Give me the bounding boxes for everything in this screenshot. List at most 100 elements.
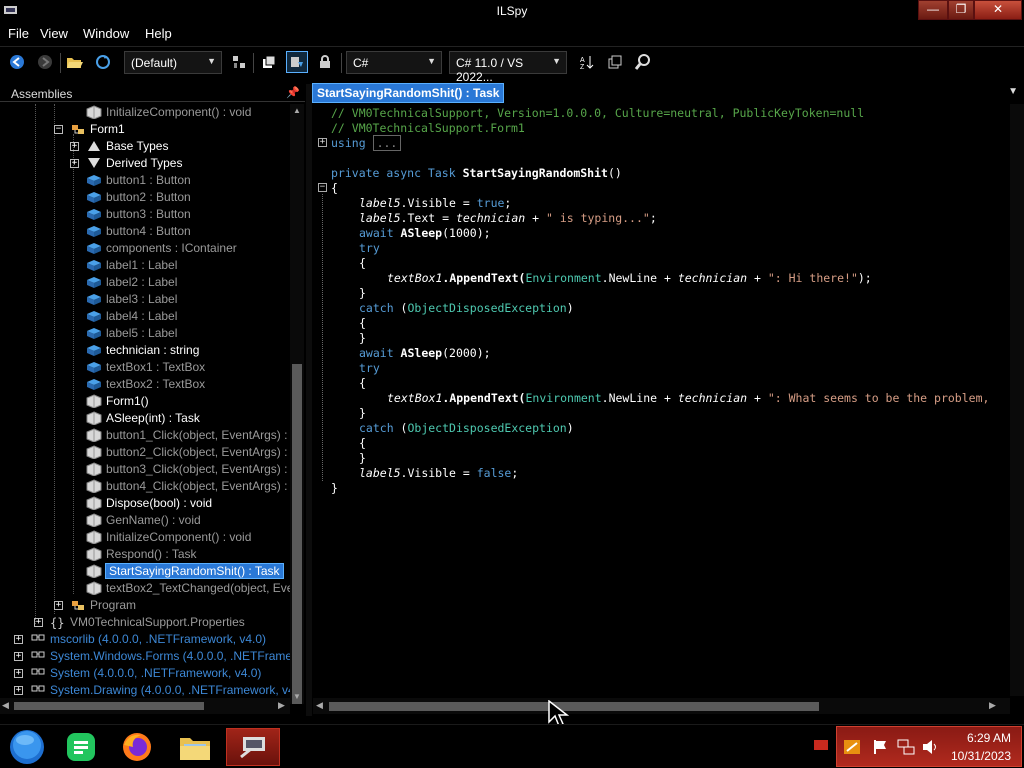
tree-node-label: InitializeComponent() : void [106, 530, 252, 544]
manage-lists-button[interactable] [228, 51, 250, 73]
tree-expander[interactable]: + [14, 652, 23, 661]
tree-node[interactable]: label4 : Label [86, 308, 177, 325]
tree-node[interactable]: System (4.0.0.0, .NETFramework, v4.0) [30, 665, 261, 682]
tree-expander[interactable]: + [54, 601, 63, 610]
tree-node[interactable]: textBox2_TextChanged(object, Ever [86, 580, 290, 597]
tree-node[interactable]: label5 : Label [86, 325, 177, 342]
menu-help[interactable]: Help [145, 26, 172, 41]
tree-node[interactable]: GenName() : void [86, 512, 201, 529]
tree-vertical-scrollbar[interactable]: ▲ ▼ [290, 104, 304, 704]
tree-expander[interactable]: + [34, 618, 43, 627]
clock-date[interactable]: 10/31/2023 [951, 749, 1011, 763]
tree-node[interactable]: technician : string [86, 342, 199, 359]
tree-node[interactable]: {} VM0TechnicalSupport.Properties [50, 614, 245, 631]
menu-view[interactable]: View [40, 26, 68, 41]
collapse-all-button[interactable] [604, 51, 626, 73]
clock-time[interactable]: 6:29 AM [967, 731, 1011, 745]
tree-node[interactable]: System.Drawing (4.0.0.0, .NETFramework, … [30, 682, 290, 699]
flag-icon[interactable] [873, 739, 889, 758]
back-button[interactable] [6, 51, 28, 73]
tree-expander[interactable]: + [70, 159, 79, 168]
assemblies-panel: Assemblies 📌 InitializeComponent() : voi… [0, 84, 305, 716]
action-center-icon[interactable] [843, 739, 861, 758]
tree-node[interactable]: Dispose(bool) : void [86, 495, 212, 512]
taskbar-app-explorer[interactable] [168, 728, 222, 766]
notification-icon[interactable] [814, 739, 828, 754]
start-button[interactable] [0, 728, 54, 766]
taskbar-app-firefox[interactable] [110, 728, 164, 766]
tree-node-label: mscorlib (4.0.0.0, .NETFramework, v4.0) [50, 632, 267, 646]
volume-icon[interactable] [921, 739, 939, 758]
open-button[interactable] [64, 51, 86, 73]
maximize-button[interactable]: ❐ [948, 0, 974, 20]
menu-window[interactable]: Window [83, 26, 129, 41]
fold-toggle[interactable]: + [318, 138, 327, 147]
collapsed-usings[interactable]: ... [372, 135, 402, 151]
show-all-button[interactable] [258, 51, 280, 73]
tree-node[interactable]: Form1() [86, 393, 149, 410]
tree-node[interactable]: Respond() : Task [86, 546, 197, 563]
tree-node[interactable]: label2 : Label [86, 274, 177, 291]
language-dropdown[interactable]: C# ▼ [346, 51, 442, 74]
close-button[interactable]: ✕ [974, 0, 1022, 20]
code-editor[interactable]: // VM0TechnicalSupport, Version=1.0.0.0,… [313, 104, 1008, 696]
tree-node[interactable]: System.Windows.Forms (4.0.0.0, .NETFrame… [30, 648, 290, 665]
panel-splitter[interactable] [306, 84, 312, 716]
tree-node[interactable]: mscorlib (4.0.0.0, .NETFramework, v4.0) [30, 631, 266, 648]
minimize-button[interactable]: — [918, 0, 948, 20]
tree-node[interactable]: textBox2 : TextBox [86, 376, 205, 393]
tree-node[interactable]: label1 : Label [86, 257, 177, 274]
tree-node[interactable]: button1 : Button [86, 172, 191, 189]
tab-start-saying-random-shit[interactable]: StartSayingRandomShit() : Task [311, 83, 505, 103]
system-tray: 6:29 AM 10/31/2023 [836, 726, 1022, 767]
forward-button[interactable] [34, 51, 56, 73]
code-keyword: using [331, 136, 366, 150]
taskbar-app-notes[interactable] [54, 728, 108, 766]
tree-node[interactable]: ASleep(int) : Task [86, 410, 200, 427]
tree-node[interactable]: components : IContainer [86, 240, 237, 257]
search-button[interactable] [632, 51, 654, 73]
tree-node[interactable]: button4 : Button [86, 223, 191, 240]
tree-node[interactable]: button3 : Button [86, 206, 191, 223]
code-horizontal-scrollbar[interactable]: ◀ ▶ [313, 698, 1010, 714]
folder-icon [180, 738, 210, 760]
tree-expander[interactable]: − [54, 125, 63, 134]
tree-node[interactable]: StartSayingRandomShit() : Task [86, 563, 284, 580]
tree-horizontal-scrollbar[interactable]: ◀ ▶ [0, 698, 290, 714]
reload-button[interactable] [92, 51, 114, 73]
tree-node[interactable]: InitializeComponent() : void [86, 104, 251, 121]
menu-bar: File View Window Help [0, 22, 1024, 44]
tree-node[interactable]: Form1 [70, 121, 125, 138]
fold-toggle[interactable]: − [318, 183, 327, 192]
tree-expander[interactable]: + [70, 142, 79, 151]
tree-node[interactable]: button3_Click(object, EventArgs) : [86, 461, 287, 478]
tree-node[interactable]: Derived Types [86, 155, 182, 172]
language-filter-dropdown[interactable]: (Default) ▼ [124, 51, 222, 74]
notes-app-icon [67, 733, 95, 761]
taskbar-app-ilspy[interactable] [226, 728, 280, 766]
tree-node[interactable]: textBox1 : TextBox [86, 359, 205, 376]
tree-node[interactable]: InitializeComponent() : void [86, 529, 251, 546]
tree-expander[interactable]: + [14, 686, 23, 695]
tree-expander[interactable]: + [14, 635, 23, 644]
code-comment: // VM0TechnicalSupport, Version=1.0.0.0,… [331, 106, 865, 120]
tab-dropdown-icon[interactable]: ▼ [1008, 86, 1018, 97]
tree-node[interactable]: label3 : Label [86, 291, 177, 308]
tree-node[interactable]: button2 : Button [86, 189, 191, 206]
tree-node[interactable]: button2_Click(object, EventArgs) : [86, 444, 287, 461]
tree-node[interactable]: Program [70, 597, 136, 614]
method-name: StartSayingRandomShit [462, 166, 608, 180]
method-icon [86, 564, 102, 579]
version-dropdown[interactable]: C# 11.0 / VS 2022... ▼ [449, 51, 567, 84]
pin-icon[interactable]: 📌 [286, 86, 300, 99]
tree-node[interactable]: Base Types [86, 138, 168, 155]
sort-button[interactable]: AZ [576, 51, 598, 73]
show-public-only-button[interactable] [286, 51, 308, 73]
tree-expander[interactable]: + [14, 669, 23, 678]
code-vertical-scrollbar[interactable] [1010, 104, 1024, 696]
tree-node[interactable]: button4_Click(object, EventArgs) : [86, 478, 287, 495]
show-private-button[interactable] [314, 51, 336, 73]
tree-node[interactable]: button1_Click(object, EventArgs) : [86, 427, 287, 444]
menu-file[interactable]: File [8, 26, 29, 41]
network-icon[interactable] [897, 739, 915, 758]
